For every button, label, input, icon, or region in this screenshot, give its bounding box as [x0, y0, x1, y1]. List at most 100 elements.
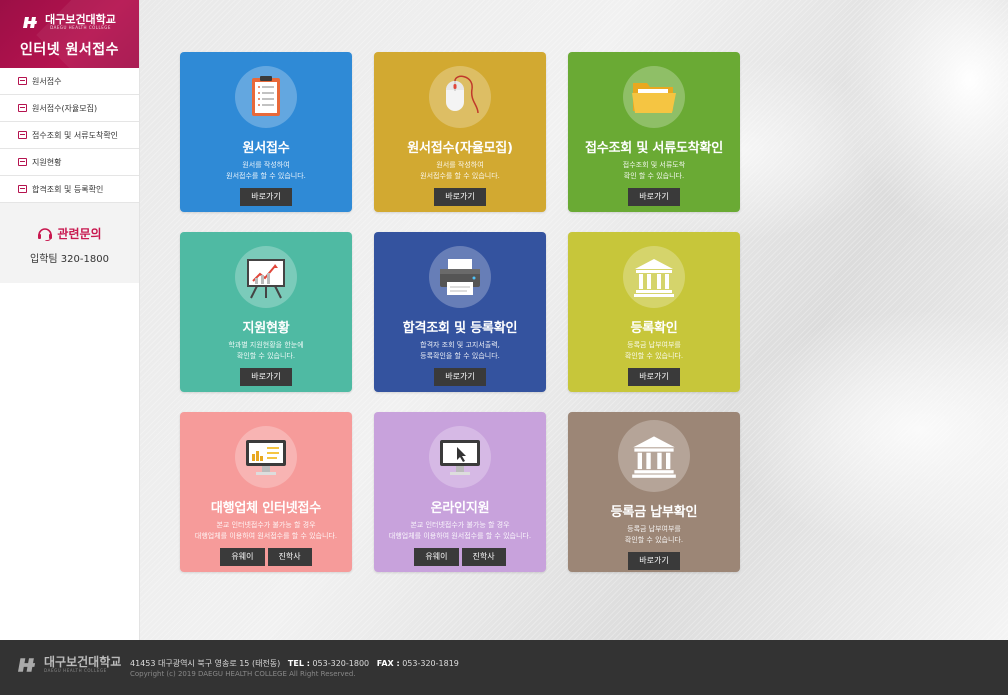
card-desc-line: 원서를 작성하여: [436, 161, 484, 169]
card-title: 등록금 납부확인: [610, 505, 698, 520]
monitor-cursor-icon: [440, 440, 480, 475]
card-desc-line: 접수조회 및 서류도착: [622, 161, 686, 169]
document-icon: [18, 158, 27, 166]
clipboard-icon: [252, 76, 280, 116]
logo-text: 대구보건대학교: [45, 13, 116, 26]
document-icon: [18, 104, 27, 112]
button-group: 유웨이 진학사: [374, 548, 546, 566]
bank-icon: [632, 436, 676, 478]
footer-tel-label: TEL :: [287, 659, 310, 668]
card-desc-line: 확인할 수 있습니다.: [236, 352, 296, 360]
card-description: 본교 인터넷접수가 불가능 할 경우대행업체를 이용하여 원서접수를 할 수 있…: [180, 520, 352, 542]
card-title: 지원현황: [242, 321, 290, 336]
card-desc-line: 대행업체를 이용하여 원서접수를 할 수 있습니다.: [194, 532, 338, 540]
college-logo-icon: [23, 16, 38, 28]
card-online-application: 온라인지원 본교 인터넷접수가 불가능 할 경우 대행업체를 이용하여 원서접수를…: [374, 412, 546, 572]
card-desc-line: 등록확인을 할 수 있습니다.: [420, 352, 500, 360]
card-title: 합격조회 및 등록확인: [402, 321, 518, 336]
contact-phone: 입학팀 320-1800: [30, 254, 109, 265]
sidebar-item-application[interactable]: 원서접수: [0, 68, 139, 95]
card-description: 등록금 납부여부를확인할 수 있습니다.: [568, 340, 740, 362]
go-button[interactable]: 바로가기: [628, 368, 680, 386]
headset-icon: [38, 227, 53, 241]
sidebar-item-status[interactable]: 지원현황: [0, 149, 139, 176]
card-title: 온라인지원: [430, 501, 490, 516]
card-desc-line: 본교 인터넷접수가 불가능 할 경우: [216, 521, 316, 529]
card-title: 접수조회 및 서류도착확인: [584, 141, 723, 156]
document-icon: [18, 77, 27, 85]
card-desc-line: 확인할 수 있습니다.: [624, 536, 684, 544]
sidebar-item-label: 지원현황: [32, 157, 62, 167]
card-desc-line: 학과별 지원현황을 한눈에: [228, 341, 304, 349]
sidebar-item-pass-registration[interactable]: 합격조회 및 등록확인: [0, 176, 139, 203]
card-title: 원서접수(자율모집): [407, 141, 513, 156]
card-description: 원서를 작성하여원서접수를 할 수 있습니다.: [374, 160, 546, 182]
contact-title-text: 관련문의: [57, 227, 102, 241]
card-description: 합격자 조회 및 고지서출력, 등록확인을 할 수 있습니다.: [374, 340, 546, 362]
presentation-chart-icon: [247, 259, 285, 299]
printer-icon: [440, 259, 480, 295]
jinhak-button[interactable]: 진학사: [461, 548, 506, 566]
card-desc-line: 합격자 조회 및 고지서출력,: [420, 341, 500, 349]
card-desc-line: 등록금 납부여부를: [627, 525, 681, 533]
mouse-icon: [446, 75, 479, 114]
go-button[interactable]: 바로가기: [240, 188, 292, 206]
icon-circle: [235, 246, 297, 308]
sidebar-item-label: 원서접수(자율모집): [32, 103, 98, 113]
go-button[interactable]: 바로가기: [628, 188, 680, 206]
card-description: 등록금 납부여부를확인할 수 있습니다.: [568, 524, 740, 546]
card-title: 등록확인: [630, 321, 678, 336]
card-desc-line: 원서접수를 할 수 있습니다.: [226, 172, 306, 180]
sidebar-item-label: 합격조회 및 등록확인: [32, 184, 104, 194]
icon-circle: [429, 246, 491, 308]
college-logo[interactable]: 대구보건대학교 DAEGU HEALTH COLLEGE: [0, 0, 139, 30]
sidebar-header: 대구보건대학교 DAEGU HEALTH COLLEGE 인터넷 원서접수: [0, 0, 139, 68]
go-button[interactable]: 바로가기: [434, 188, 486, 206]
uway-button[interactable]: 유웨이: [414, 548, 459, 566]
card-desc-line: 등록금 납부여부를: [627, 341, 681, 349]
go-button[interactable]: 바로가기: [240, 368, 292, 386]
uway-button[interactable]: 유웨이: [220, 548, 265, 566]
card-desc-line: 대행업체를 이용하여 원서접수를 할 수 있습니다.: [388, 532, 532, 540]
sidebar-menu: 원서접수 원서접수(자율모집) 접수조회 및 서류도착확인 지원현황 합격조회 …: [0, 68, 139, 203]
footer-fax: 053-320-1819: [402, 659, 459, 668]
card-check-documents: 접수조회 및 서류도착확인 접수조회 및 서류도착확인 할 수 있습니다. 바로…: [568, 52, 740, 212]
card-description: 본교 인터넷접수가 불가능 할 경우 대행업체를 이용하여 원서접수를 할 수 있…: [374, 520, 546, 542]
document-icon: [18, 131, 27, 139]
card-description: 원서를 작성하여 원서접수를 할 수 있습니다.: [180, 160, 352, 182]
card-agency-application: 대행업체 인터넷접수 본교 인터넷접수가 불가능 할 경우 대행업체를 이용하여 …: [180, 412, 352, 572]
go-button[interactable]: 바로가기: [434, 368, 486, 386]
card-desc-line: 원서접수를 할 수 있습니다.: [420, 172, 500, 180]
card-pass-registration: 합격조회 및 등록확인 합격자 조회 및 고지서출력, 등록확인을 할 수 있습니…: [374, 232, 546, 392]
icon-circle: [623, 246, 685, 308]
card-description: 접수조회 및 서류도착확인 할 수 있습니다.: [568, 160, 740, 182]
card-desc-line: 확인 할 수 있습니다.: [623, 172, 685, 180]
footer-logo-text: 대구보건대학교: [44, 655, 122, 669]
monitor-chart-icon: [246, 440, 286, 475]
icon-circle: [618, 420, 690, 492]
footer-address: 41453 대구광역시 북구 영송로 15 (태전동): [130, 659, 281, 668]
card-application: 원서접수 원서를 작성하여 원서접수를 할 수 있습니다. 바로가기: [180, 52, 352, 212]
college-logo-icon: [18, 657, 36, 672]
icon-circle: [429, 66, 491, 128]
card-desc-line: 확인할 수 있습니다.: [624, 352, 684, 360]
contact-box: 관련문의 입학팀 320-1800: [0, 203, 139, 283]
jinhak-button[interactable]: 진학사: [267, 548, 312, 566]
go-button[interactable]: 바로가기: [628, 552, 680, 570]
icon-circle: [235, 426, 297, 488]
contact-title: 관련문의: [0, 225, 139, 242]
folder-icon: [632, 83, 676, 113]
card-application-voluntary: 원서접수(자율모집) 원서를 작성하여원서접수를 할 수 있습니다. 바로가기: [374, 52, 546, 212]
sidebar-item-application-voluntary[interactable]: 원서접수(자율모집): [0, 95, 139, 122]
sidebar-item-label: 원서접수: [32, 76, 62, 86]
sidebar-item-check-documents[interactable]: 접수조회 및 서류도착확인: [0, 122, 139, 149]
footer-copyright: Copyright (c) 2019 DAEGU HEALTH COLLEGE …: [130, 670, 356, 678]
icon-circle: [623, 66, 685, 128]
footer-tel: 053-320-1800: [312, 659, 370, 668]
card-tuition-check: 등록금 납부확인 등록금 납부여부를확인할 수 있습니다. 바로가기: [568, 412, 740, 572]
icon-circle: [235, 66, 297, 128]
button-group: 유웨이 진학사: [180, 548, 352, 566]
icon-circle: [429, 426, 491, 488]
card-status: 지원현황 학과별 지원현황을 한눈에확인할 수 있습니다. 바로가기: [180, 232, 352, 392]
document-icon: [18, 185, 27, 193]
